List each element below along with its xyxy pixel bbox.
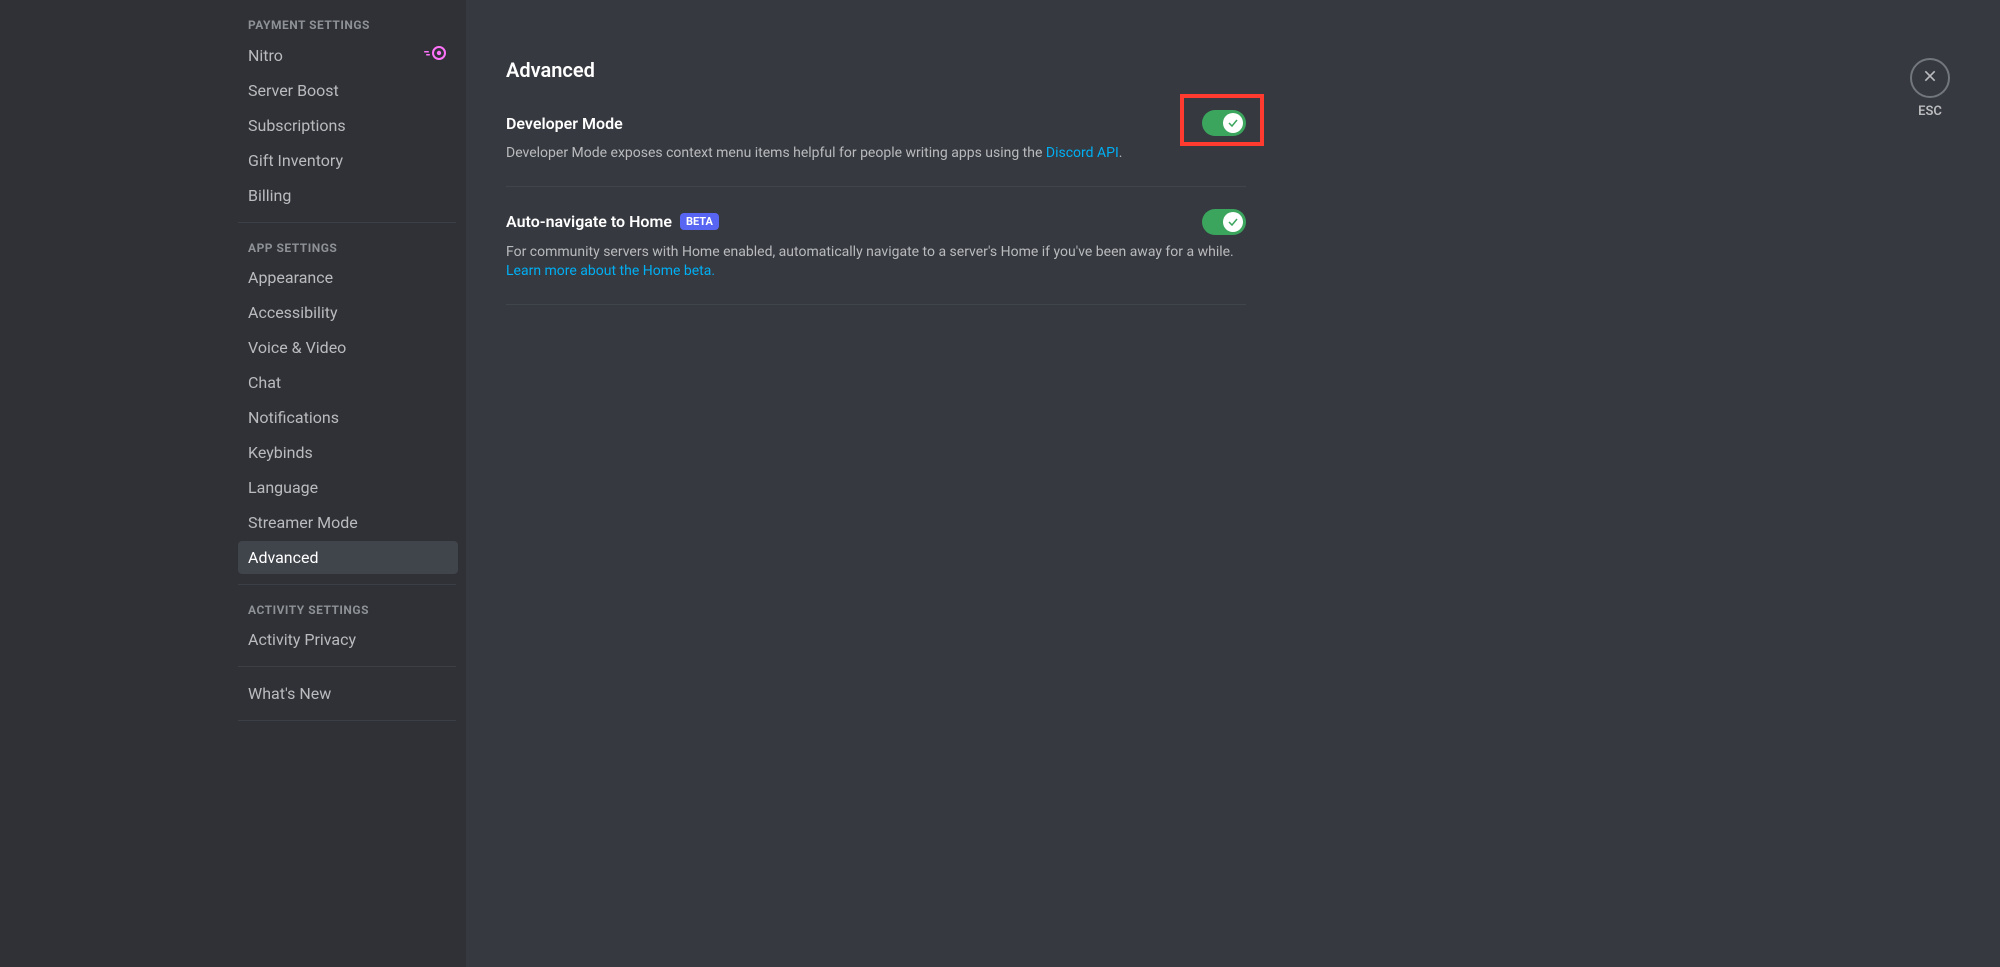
sidebar-item-label: Chat xyxy=(248,373,281,392)
sidebar-item-label: Voice & Video xyxy=(248,338,346,357)
sidebar-item-server-boost[interactable]: Server Boost xyxy=(238,74,458,107)
toggle-auto-home[interactable] xyxy=(1202,209,1246,235)
sidebar-item-label: Notifications xyxy=(248,408,339,427)
section-divider xyxy=(506,186,1246,187)
sidebar-item-label: Activity Privacy xyxy=(248,630,356,649)
sidebar-item-label: Advanced xyxy=(248,548,319,567)
sidebar-item-label: Nitro xyxy=(248,46,283,65)
sidebar-item-label: Streamer Mode xyxy=(248,513,358,532)
check-icon xyxy=(1223,113,1243,133)
page-title: Advanced xyxy=(506,58,1246,82)
sidebar-item-gift-inventory[interactable]: Gift Inventory xyxy=(238,144,458,177)
sidebar-item-accessibility[interactable]: Accessibility xyxy=(238,296,458,329)
sidebar-section-header: ACTIVITY SETTINGS xyxy=(238,595,466,621)
sidebar-item-subscriptions[interactable]: Subscriptions xyxy=(238,109,458,142)
link-discord-api[interactable]: Discord API xyxy=(1046,145,1119,161)
sidebar-item-label: Gift Inventory xyxy=(248,151,343,170)
sidebar-item-advanced[interactable]: Advanced xyxy=(238,541,458,574)
sidebar-item-chat[interactable]: Chat xyxy=(238,366,458,399)
close-icon xyxy=(1922,68,1938,88)
sidebar-item-label: Language xyxy=(248,478,318,497)
esc-label: ESC xyxy=(1918,104,1942,119)
sidebar-item-notifications[interactable]: Notifications xyxy=(238,401,458,434)
link-home-beta[interactable]: Learn more about the Home beta. xyxy=(506,263,715,279)
sidebar-item-keybinds[interactable]: Keybinds xyxy=(238,436,458,469)
sidebar-divider xyxy=(238,720,456,721)
sidebar-item-label: Billing xyxy=(248,186,291,205)
setting-desc-developer-mode: Developer Mode exposes context menu item… xyxy=(506,144,1246,164)
sidebar-item-nitro[interactable]: Nitro xyxy=(238,38,458,72)
sidebar-divider xyxy=(238,584,456,585)
setting-title-developer-mode: Developer Mode xyxy=(506,114,623,133)
settings-content: Advanced Developer Mode Developer Mode e… xyxy=(466,0,2000,967)
sidebar-item-language[interactable]: Language xyxy=(238,471,458,504)
setting-title-auto-home: Auto-navigate to Home BETA xyxy=(506,212,719,231)
sidebar-divider xyxy=(238,666,456,667)
sidebar-item-label: Keybinds xyxy=(248,443,313,462)
toggle-developer-mode[interactable] xyxy=(1202,110,1246,136)
check-icon xyxy=(1223,212,1243,232)
setting-desc-auto-home: For community servers with Home enabled,… xyxy=(506,243,1246,282)
sidebar-item-label: Appearance xyxy=(248,268,333,287)
nitro-icon xyxy=(424,45,448,65)
sidebar-section-header: PAYMENT SETTINGS xyxy=(238,10,466,36)
sidebar-item-appearance[interactable]: Appearance xyxy=(238,261,458,294)
sidebar-item-label: What's New xyxy=(248,684,331,703)
sidebar-item-what-s-new[interactable]: What's New xyxy=(238,677,458,710)
close-button[interactable] xyxy=(1910,58,1950,98)
beta-badge: BETA xyxy=(680,213,719,230)
sidebar-item-streamer-mode[interactable]: Streamer Mode xyxy=(238,506,458,539)
sidebar-item-label: Subscriptions xyxy=(248,116,346,135)
sidebar-item-billing[interactable]: Billing xyxy=(238,179,458,212)
sidebar-item-label: Server Boost xyxy=(248,81,339,100)
sidebar-section-header: APP SETTINGS xyxy=(238,233,466,259)
sidebar-item-label: Accessibility xyxy=(248,303,338,322)
sidebar-divider xyxy=(238,222,456,223)
sidebar-item-voice-video[interactable]: Voice & Video xyxy=(238,331,458,364)
settings-sidebar: PAYMENT SETTINGS Nitro Server Boost Subscri… xyxy=(0,0,466,967)
section-divider xyxy=(506,304,1246,305)
sidebar-item-activity-privacy[interactable]: Activity Privacy xyxy=(238,623,458,656)
